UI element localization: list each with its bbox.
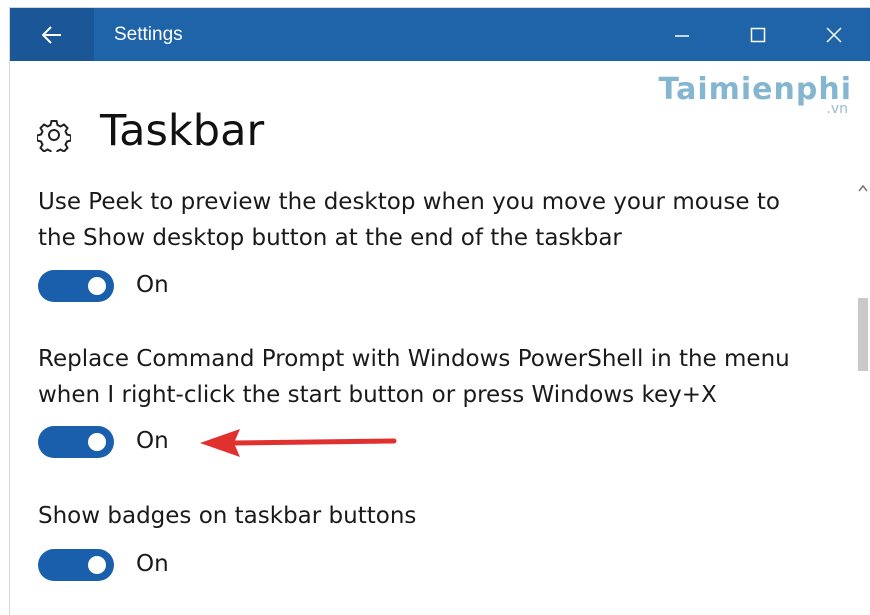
minimize-button[interactable] <box>644 8 720 61</box>
page-title: Taskbar <box>100 106 265 156</box>
scrollbar-thumb[interactable] <box>858 298 868 371</box>
setting-peek-label: Use Peek to preview the desktop when you… <box>38 184 818 256</box>
toggle-knob <box>88 556 106 574</box>
toggle-knob <box>88 433 106 451</box>
maximize-icon <box>750 27 766 42</box>
setting-badges-label: Show badges on taskbar buttons <box>38 498 818 534</box>
vertical-scrollbar[interactable] <box>856 180 870 615</box>
chevron-up-icon <box>858 184 868 192</box>
minimize-icon <box>675 34 689 37</box>
toggle-knob <box>88 277 106 295</box>
badges-toggle[interactable] <box>38 549 114 581</box>
peek-toggle[interactable] <box>38 270 114 302</box>
setting-powershell-label: Replace Command Prompt with Windows Powe… <box>38 341 818 413</box>
gear-icon <box>37 120 71 152</box>
close-icon <box>826 26 842 43</box>
peek-toggle-state: On <box>136 272 169 298</box>
setting-peek-line2: the Show desktop button at the end of th… <box>38 225 622 251</box>
badges-toggle-state: On <box>136 551 169 577</box>
window-title: Settings <box>114 24 183 45</box>
scroll-up-button[interactable] <box>856 180 870 196</box>
title-bar: Settings <box>10 8 870 61</box>
red-arrow-annotation <box>200 429 397 457</box>
back-arrow-icon <box>42 25 61 44</box>
watermark-suffix: .vn <box>826 101 848 117</box>
setting-badges-line1: Show badges on taskbar buttons <box>38 503 417 529</box>
setting-powershell-line2: when I right-click the start button or p… <box>38 382 717 408</box>
watermark-logo: Taimienphi .vn <box>659 72 853 117</box>
back-button[interactable] <box>10 8 94 61</box>
setting-powershell-line1: Replace Command Prompt with Windows Powe… <box>38 346 790 372</box>
setting-peek-line1: Use Peek to preview the desktop when you… <box>38 189 780 215</box>
close-button[interactable] <box>796 8 870 61</box>
powershell-toggle[interactable] <box>38 426 114 458</box>
maximize-button[interactable] <box>720 8 796 61</box>
settings-window: Settings Taimienphi .vn Taskbar Use Peek… <box>10 8 870 615</box>
powershell-toggle-state: On <box>136 428 169 454</box>
